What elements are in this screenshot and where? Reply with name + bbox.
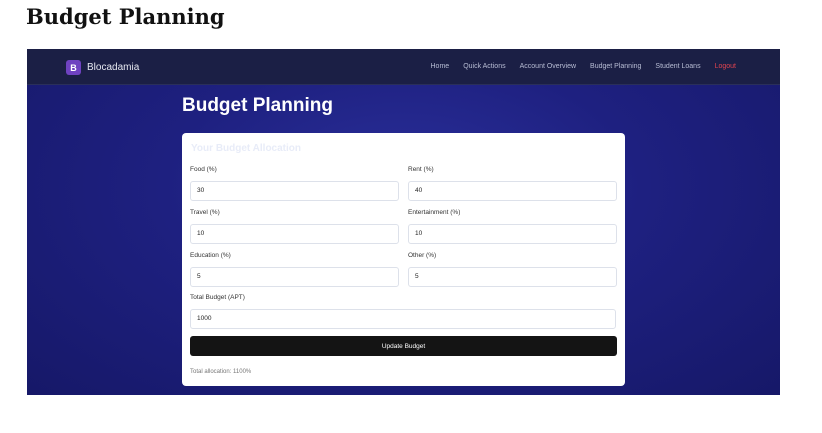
nav-links: Home Quick Actions Account Overview Budg… [431,63,737,70]
education-input[interactable] [190,266,399,287]
rent-label: Rent (%) [408,166,434,173]
brand[interactable]: B Blocadamia [66,60,139,75]
entertainment-field: Entertainment (%) [408,209,617,244]
nav-link-home[interactable]: Home [431,63,450,70]
nav-link-account-overview[interactable]: Account Overview [520,63,576,70]
other-label: Other (%) [408,252,437,259]
entertainment-input[interactable] [408,223,617,244]
travel-input[interactable] [190,223,399,244]
nav-link-quick-actions[interactable]: Quick Actions [463,63,505,70]
total-budget-input[interactable] [190,308,616,329]
other-input[interactable] [408,266,617,287]
brand-logo-icon: B [66,60,81,75]
navbar: B Blocadamia Home Quick Actions Account … [27,49,780,85]
nav-link-student-loans[interactable]: Student Loans [655,63,700,70]
app-screenshot: B Blocadamia Home Quick Actions Account … [27,49,780,395]
education-label: Education (%) [190,252,231,259]
rent-field: Rent (%) [408,166,617,201]
entertainment-label: Entertainment (%) [408,209,461,216]
rent-input[interactable] [408,180,617,201]
page-title: Budget Planning [182,95,333,116]
logout-link[interactable]: Logout [715,63,736,70]
total-budget-label: Total Budget (APT) [190,294,245,301]
food-input[interactable] [190,180,399,201]
card-title: Your Budget Allocation [191,143,301,154]
nav-link-budget-planning[interactable]: Budget Planning [590,63,641,70]
budget-card: Your Budget Allocation Food (%) Rent (%)… [182,133,625,386]
education-field: Education (%) [190,252,399,287]
food-label: Food (%) [190,166,217,173]
brand-name: Blocadamia [87,62,140,73]
travel-field: Travel (%) [190,209,399,244]
other-field: Other (%) [408,252,617,287]
total-allocation-text: Total allocation: 1100% [190,369,252,375]
update-budget-button[interactable]: Update Budget [190,336,617,356]
food-field: Food (%) [190,166,399,201]
document-title: Budget Planning [26,4,225,29]
total-budget-field: Total Budget (APT) [190,294,616,329]
travel-label: Travel (%) [190,209,220,216]
